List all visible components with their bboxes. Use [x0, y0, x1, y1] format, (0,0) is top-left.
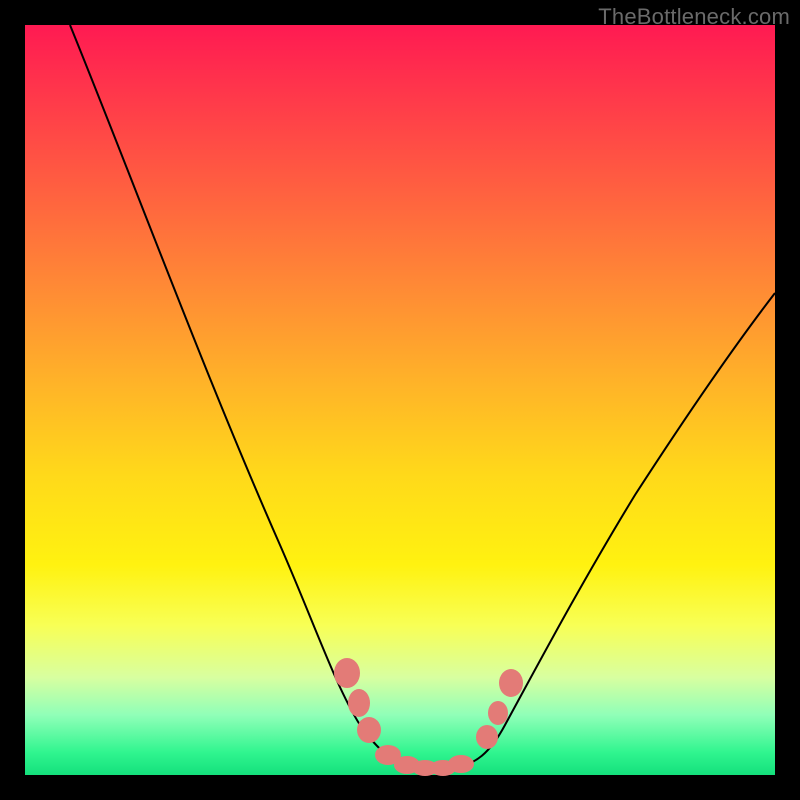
watermark-text: TheBottleneck.com [598, 4, 790, 30]
plot-area [25, 25, 775, 775]
chart-frame: TheBottleneck.com [0, 0, 800, 800]
curve-markers [25, 25, 775, 775]
